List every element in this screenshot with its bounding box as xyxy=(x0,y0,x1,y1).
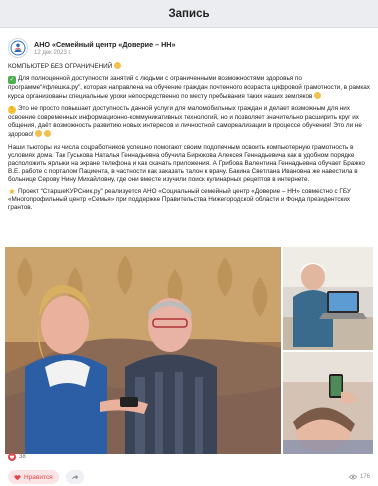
photo-phone-lesson[interactable] xyxy=(283,352,373,454)
views-counter: 176 xyxy=(348,474,370,480)
post-paragraph-2: ✋ Это не просто повышает доступность данн… xyxy=(8,105,362,139)
post-paragraph-3: Наши тьюторы из числа соцработников успе… xyxy=(8,143,365,183)
header-bar: Запись xyxy=(0,0,378,28)
post: АНО «Семейный центр «Доверие – НН» 12 де… xyxy=(0,34,378,212)
post-paragraph-1: ✓ Для полноценной доступности занятий с л… xyxy=(8,75,370,101)
likes-summary[interactable]: 38 xyxy=(8,453,26,461)
smile-icon xyxy=(35,130,43,138)
post-paragraph-4: ★ Проект “СтаршеКУРСник.ру” реализуется А… xyxy=(8,187,351,212)
thumbs-up-icon xyxy=(44,130,52,138)
photo-tutor-with-senior[interactable] xyxy=(5,247,281,454)
page-title: Запись xyxy=(168,7,210,20)
heart-icon xyxy=(14,474,21,480)
avatar[interactable] xyxy=(8,38,28,58)
star-icon: ★ xyxy=(8,187,16,197)
post-text: КОМПЬЮТЕР БЕЗ ОГРАНИЧЕНИЙ ✓ Для полноценн… xyxy=(8,62,370,212)
share-arrow-icon xyxy=(71,474,79,480)
emoji-icon xyxy=(314,92,322,100)
post-header: АНО «Семейный центр «Доверие – НН» 12 де… xyxy=(8,34,370,62)
check-mark-icon: ✓ xyxy=(8,76,16,85)
like-button[interactable]: Нравится xyxy=(8,470,59,484)
photo-laptop-lesson[interactable] xyxy=(283,247,373,350)
heart-icon xyxy=(8,453,16,461)
hand-emoji-icon xyxy=(114,62,122,69)
photo-gallery xyxy=(5,247,373,454)
org-logo-icon xyxy=(10,40,26,56)
author-name[interactable]: АНО «Семейный центр «Доверие – НН» xyxy=(34,40,175,49)
post-footer: 38 Нравится 176 xyxy=(0,453,378,486)
eye-icon xyxy=(348,474,357,480)
like-label: Нравится xyxy=(24,473,53,481)
views-count: 176 xyxy=(359,474,370,480)
post-date[interactable]: 12 дек 2023 г. xyxy=(34,49,175,57)
likes-count: 38 xyxy=(19,454,26,460)
share-button[interactable] xyxy=(66,470,84,484)
post-heading: КОМПЬЮТЕР БЕЗ ОГРАНИЧЕНИЙ xyxy=(8,62,370,71)
